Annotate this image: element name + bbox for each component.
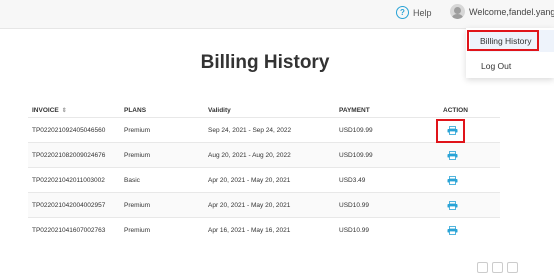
invoice-cell: TP022021082009024676 xyxy=(28,142,124,168)
page-title: Billing History xyxy=(200,52,330,73)
plan-cell: Premium xyxy=(124,192,208,218)
column-header-plans: PLANS xyxy=(124,106,147,114)
column-header-payment: PAYMENT xyxy=(339,106,370,114)
table-header-row: INVOICE ⇕ PLANS Validity PAYMENT ACTION xyxy=(28,103,500,118)
action-cell xyxy=(443,192,500,218)
action-cell xyxy=(443,167,500,193)
print-icon[interactable] xyxy=(447,175,458,185)
top-bar: ? Help Welcome,fandel.yang ⌄ xyxy=(0,0,554,29)
table-row: TP022021042011003002 Basic Apr 20, 2021 - … xyxy=(28,167,500,193)
payment-cell: USD10.99 xyxy=(339,217,443,242)
table-row: TP022021082009024676 Premium Aug 20, 2021 … xyxy=(28,142,500,168)
help-icon: ? xyxy=(396,6,409,19)
table-row: TP022021041607002763 Premium Apr 16, 2021 … xyxy=(28,217,500,242)
validity-cell: Aug 20, 2021 - Aug 20, 2022 xyxy=(208,142,339,168)
avatar-icon xyxy=(450,4,465,19)
print-icon[interactable] xyxy=(447,200,458,210)
column-header-label: INVOICE xyxy=(32,106,59,114)
sort-icon[interactable]: ⇕ xyxy=(62,108,67,114)
validity-cell: Sep 24, 2021 - Sep 24, 2022 xyxy=(208,117,339,143)
invoice-cell: TP022021042011003002 xyxy=(28,167,124,193)
payment-cell: USD109.99 xyxy=(339,142,443,168)
column-header-invoice[interactable]: INVOICE ⇕ xyxy=(28,103,124,118)
invoice-cell: TP022021042004002957 xyxy=(28,192,124,218)
column-header-validity: Validity xyxy=(208,106,231,114)
payment-cell: USD3.49 xyxy=(339,167,443,193)
column-header-action: ACTION xyxy=(443,106,468,114)
plan-cell: Premium xyxy=(124,217,208,242)
invoice-cell: TP022021092405046560 xyxy=(28,117,124,143)
plan-cell: Premium xyxy=(124,117,208,143)
table-row: TP022021042004002957 Premium Apr 20, 2021 … xyxy=(28,192,500,218)
highlight-box xyxy=(436,119,465,143)
plan-cell: Basic xyxy=(124,167,208,193)
action-cell xyxy=(443,142,500,168)
billing-table: INVOICE ⇕ PLANS Validity PAYMENT ACTION T… xyxy=(28,103,500,242)
user-menu-toggle[interactable]: Welcome,fandel.yang ⌄ xyxy=(450,4,554,19)
print-icon[interactable] xyxy=(447,225,458,235)
payment-cell: USD10.99 xyxy=(339,192,443,218)
highlight-box xyxy=(467,30,539,51)
payment-cell: USD109.99 xyxy=(339,117,443,143)
action-cell xyxy=(443,217,500,242)
plan-cell: Premium xyxy=(124,142,208,168)
help-label: Help xyxy=(413,7,432,18)
help-link[interactable]: ? Help xyxy=(396,6,432,19)
validity-cell: Apr 16, 2021 - May 16, 2021 xyxy=(208,217,339,242)
table-row: TP022021092405046560 Premium Sep 24, 2021 … xyxy=(28,117,500,143)
validity-cell: Apr 20, 2021 - May 20, 2021 xyxy=(208,192,339,218)
print-icon[interactable] xyxy=(447,150,458,160)
welcome-text: Welcome,fandel.yang xyxy=(469,6,554,17)
invoice-cell: TP022021041607002763 xyxy=(28,217,124,242)
validity-cell: Apr 20, 2021 - May 20, 2021 xyxy=(208,167,339,193)
